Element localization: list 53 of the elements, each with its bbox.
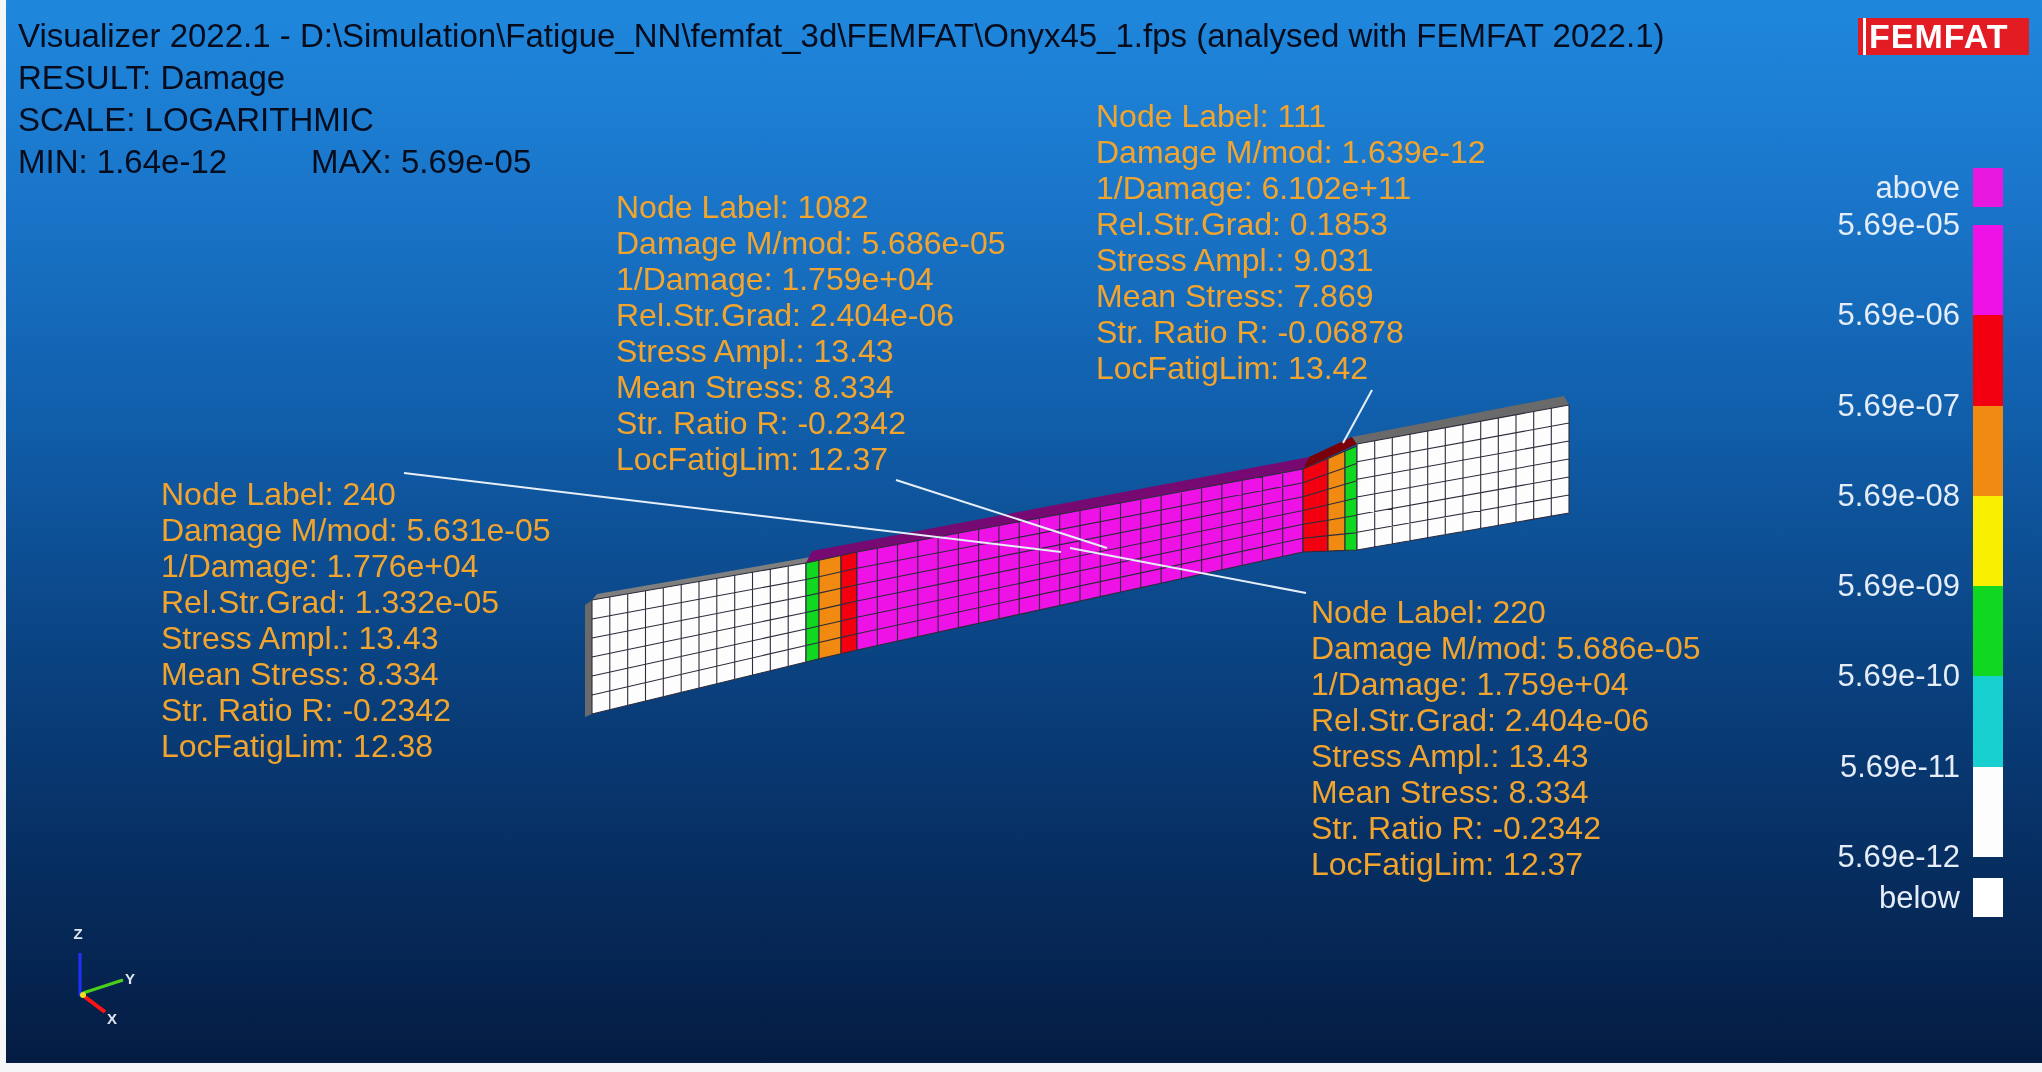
node-result-text: Mean Stress: 8.334 [161,656,440,692]
node-result-text: Node Label: 111 [1096,98,1328,134]
node-result-text: Node Label: 220 [1311,594,1547,630]
scale-label: SCALE: LOGARITHMIC [18,100,374,140]
node-result-text: Rel.Str.Grad: 2.404e-06 [616,297,955,333]
axis-label: Z [73,925,83,942]
node-result-text: Damage M/mod: 1.639e-12 [1096,134,1486,170]
node-result-text: LocFatigLim: 13.42 [1096,350,1370,386]
legend-tick-label: 5.69e-12 [1837,838,1960,875]
node-result-text: Rel.Str.Grad: 0.1853 [1096,206,1389,242]
node-result-text: Str. Ratio R: -0.2342 [1311,810,1602,846]
legend-tick-label: 5.69e-10 [1837,658,1960,695]
node-result-text: LocFatigLim: 12.38 [161,728,435,764]
min-label: MIN: 1.64e-12 [18,142,228,182]
node-result-text: 1/Damage: 1.759e+04 [1311,666,1630,702]
node-result-text: Str. Ratio R: -0.2342 [161,692,452,728]
node-result-text: Stress Ampl.: 13.43 [1311,738,1590,774]
axis-label: Y [125,970,135,987]
node-result-text: Rel.Str.Grad: 2.404e-06 [1311,702,1650,738]
node-result-text: 1/Damage: 1.759e+04 [616,261,935,297]
node-result-text: Stress Ampl.: 13.43 [161,620,440,656]
axis-triad-icon [78,953,124,1014]
result-label: RESULT: Damage [18,58,286,98]
legend-tick-label: 5.69e-07 [1837,387,1960,424]
node-result-text: Str. Ratio R: -0.06878 [1096,314,1405,350]
legend-tick-label: 5.69e-08 [1837,477,1960,514]
node-result-text: Damage M/mod: 5.686e-05 [616,225,1006,261]
node-result-text: Rel.Str.Grad: 1.332e-05 [161,584,500,620]
legend-tick-label: 5.69e-09 [1837,568,1960,605]
leader-line [1342,389,1373,444]
node-result-text: Node Label: 1082 [616,189,870,225]
axis-label: X [107,1010,117,1027]
node-result-text: Mean Stress: 8.334 [1311,774,1590,810]
node-result-text: Str. Ratio R: -0.2342 [616,405,907,441]
viewer-title: Visualizer 2022.1 - D:\Simulation\Fatigue_NN\femfat_3d\FEMFAT\Onyx45_1.fps (analysed with FEMFAT 2022.1) [18,16,1665,56]
legend-label: above [1875,169,1960,206]
legend-tick-label: 5.69e-05 [1837,207,1960,243]
legend-tick-label: 5.69e-06 [1837,297,1960,334]
node-result-text: LocFatigLim: 12.37 [616,441,890,477]
node-result-text: 1/Damage: 6.102e+11 [1096,170,1413,206]
node-result-text: Stress Ampl.: 13.43 [616,333,895,369]
node-result-text: Damage M/mod: 5.631e-05 [161,512,551,548]
app-logo: FEMFAT [1858,18,2029,55]
node-result-text: Stress Ampl.: 9.031 [1096,242,1375,278]
node-result-text: LocFatigLim: 12.37 [1311,846,1585,882]
legend-tick-label: 5.69e-11 [1839,748,1960,785]
node-result-text: 1/Damage: 1.776e+04 [161,548,480,584]
node-result-text: Damage M/mod: 5.686e-05 [1311,630,1701,666]
legend-label: below [1879,879,1960,916]
max-label: MAX: 5.69e-05 [311,142,532,182]
node-result-text: Mean Stress: 8.334 [616,369,895,405]
node-result-text: Mean Stress: 7.869 [1096,278,1375,314]
node-result-text: Node Label: 240 [161,476,397,512]
